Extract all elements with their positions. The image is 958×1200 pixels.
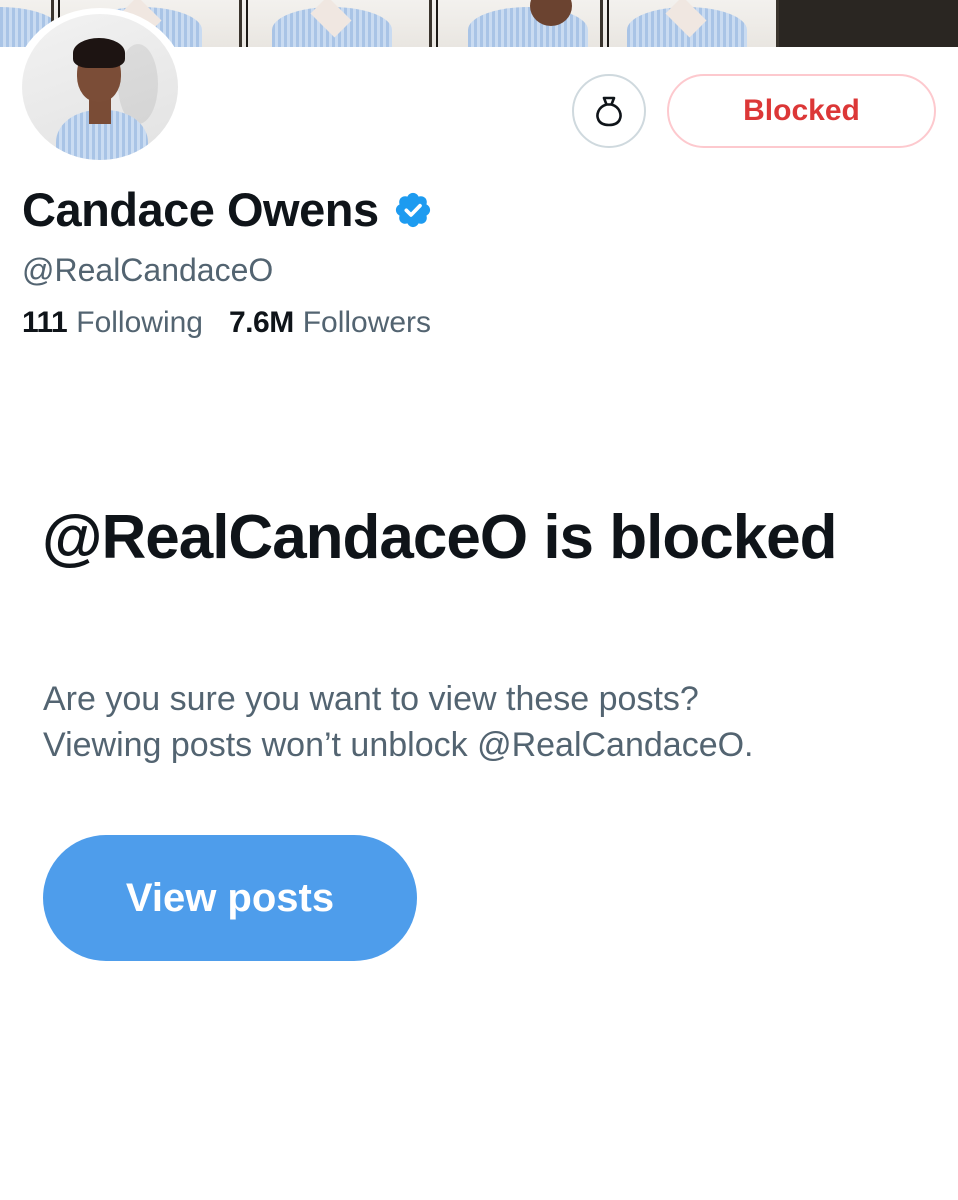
blocked-button-label: Blocked: [743, 94, 860, 127]
following-count: 111: [22, 306, 68, 339]
banner-frame: [242, 0, 433, 47]
tip-button[interactable]: [572, 74, 646, 148]
blocked-notice-message: Are you sure you want to view these post…: [43, 676, 923, 768]
user-handle: @RealCandaceO: [22, 252, 274, 288]
display-name: Candace Owens: [22, 183, 379, 236]
followers-count: 7.6M: [228, 306, 294, 339]
money-bag-icon: [596, 96, 622, 127]
blocked-notice-line-2: Viewing posts won’t unblock @RealCandace…: [43, 726, 754, 764]
banner-frame: [778, 0, 958, 47]
avatar-photo: [22, 14, 178, 160]
following-stat[interactable]: 111 Following: [22, 302, 203, 344]
banner-frame: [602, 0, 779, 47]
profile-stats: 111 Following 7.6M Followers: [22, 302, 431, 344]
display-name-row: Candace Owens: [22, 180, 435, 240]
verified-badge-icon[interactable]: [393, 189, 435, 231]
profile-page: Blocked Candace Owens @RealCandaceO 111 …: [0, 0, 958, 1200]
blocked-button[interactable]: Blocked: [667, 74, 936, 148]
avatar[interactable]: [14, 8, 186, 164]
followers-label: Followers: [302, 306, 432, 339]
followers-stat[interactable]: 7.6M Followers: [229, 302, 431, 344]
view-posts-button[interactable]: View posts: [43, 835, 417, 961]
blocked-notice-title: @RealCandaceO is blocked: [42, 503, 838, 572]
banner-frame: [432, 0, 603, 47]
following-label: Following: [76, 306, 203, 339]
blocked-notice-line-1: Are you sure you want to view these post…: [43, 680, 699, 718]
